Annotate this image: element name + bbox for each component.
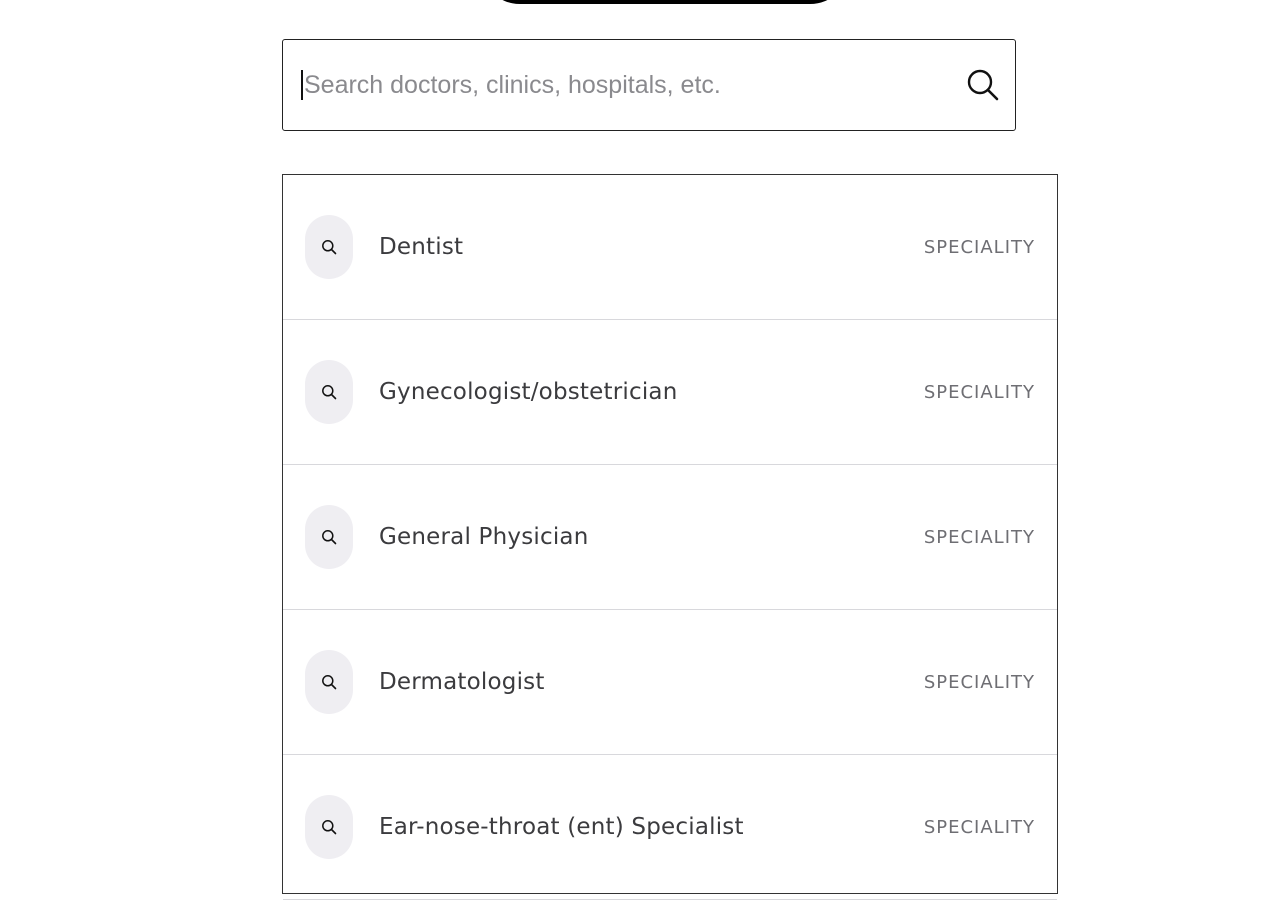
search-box[interactable] (282, 39, 1016, 131)
result-icon-badge (305, 795, 353, 859)
result-type: SPECIALITY (923, 236, 1035, 258)
result-type: SPECIALITY (923, 526, 1035, 548)
result-icon-badge (305, 505, 353, 569)
header-pill (480, 0, 850, 4)
search-icon (322, 385, 337, 400)
search-input[interactable] (304, 70, 963, 100)
search-button[interactable] (963, 65, 1003, 105)
search-icon (967, 69, 999, 101)
result-type: SPECIALITY (923, 816, 1035, 838)
result-icon-badge (305, 215, 353, 279)
text-caret (301, 70, 303, 100)
search-icon (322, 240, 337, 255)
list-item-general-physician[interactable]: General Physician SPECIALITY (283, 465, 1057, 610)
list-item-ent-specialist[interactable]: Ear-nose-throat (ent) Specialist SPECIAL… (283, 755, 1057, 900)
search-icon (322, 820, 337, 835)
result-icon-badge (305, 650, 353, 714)
result-label: Dermatologist (379, 669, 545, 695)
result-label: Dentist (379, 234, 464, 260)
search-results-list: Dentist SPECIALITY Gynecologist/obstetri… (282, 174, 1058, 900)
search-icon (322, 530, 337, 545)
result-label: Gynecologist/obstetrician (379, 379, 678, 405)
list-item-dentist[interactable]: Dentist SPECIALITY (283, 175, 1057, 320)
list-item-dermatologist[interactable]: Dermatologist SPECIALITY (283, 610, 1057, 755)
result-label: General Physician (379, 524, 589, 550)
list-item-gynecologist[interactable]: Gynecologist/obstetrician SPECIALITY (283, 320, 1057, 465)
result-icon-badge (305, 360, 353, 424)
result-label: Ear-nose-throat (ent) Specialist (379, 814, 744, 840)
search-icon (322, 675, 337, 690)
result-type: SPECIALITY (923, 671, 1035, 693)
result-type: SPECIALITY (923, 381, 1035, 403)
